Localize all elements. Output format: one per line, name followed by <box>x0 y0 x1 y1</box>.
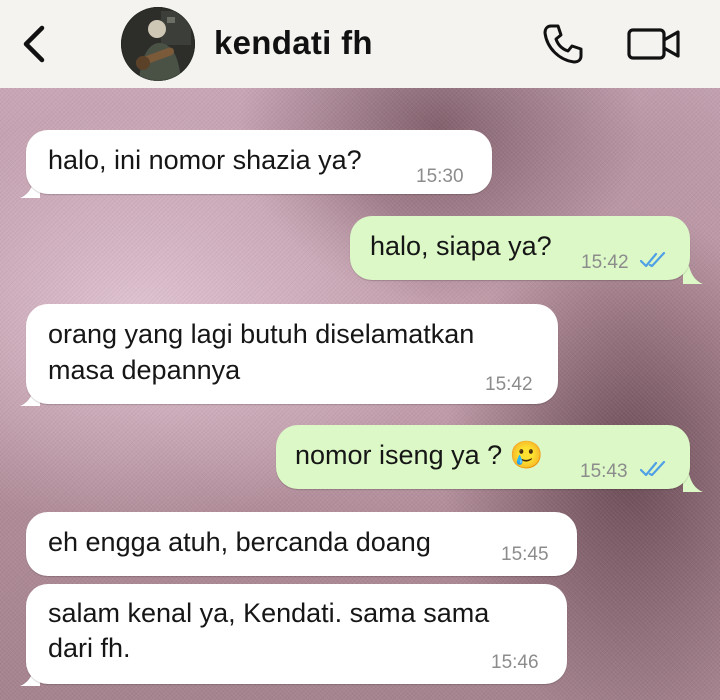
phone-icon <box>543 24 583 64</box>
message-text-line: dari fh. <box>48 633 131 663</box>
message-text: halo, siapa ya? <box>370 231 552 261</box>
message-text: halo, ini nomor shazia ya? <box>48 145 362 175</box>
message-bubble-outgoing[interactable]: nomor iseng ya ? 🥲 15:43 <box>276 425 690 489</box>
chat-area[interactable]: halo, ini nomor shazia ya? 15:30 halo, s… <box>0 88 720 700</box>
message-time: 15:30 <box>416 166 464 187</box>
message-bubble-incoming[interactable]: orang yang lagi butuh diselamatkan masa … <box>26 304 558 404</box>
message-time: 15:46 <box>491 652 539 673</box>
chat-header: kendati fh <box>0 0 720 88</box>
read-receipt-icon <box>640 461 666 477</box>
contact-avatar[interactable] <box>121 7 195 81</box>
message-text-line: salam kenal ya, Kendati. sama sama <box>48 598 490 628</box>
message-text-line: orang yang lagi butuh diselamatkan <box>48 319 475 349</box>
message-time: 15:45 <box>501 544 549 565</box>
message-time: 15:43 <box>580 461 628 482</box>
message-bubble-incoming[interactable]: eh engga atuh, bercanda doang 15:45 <box>26 512 577 576</box>
back-button[interactable] <box>14 22 54 66</box>
message-bubble-outgoing[interactable]: halo, siapa ya? 15:42 <box>350 216 690 280</box>
message-bubble-incoming[interactable]: halo, ini nomor shazia ya? 15:30 <box>26 130 492 194</box>
message-time: 15:42 <box>485 374 533 395</box>
chevron-left-icon <box>23 25 45 63</box>
message-text: eh engga atuh, bercanda doang <box>48 527 431 557</box>
message-bubble-incoming[interactable]: salam kenal ya, Kendati. sama sama dari … <box>26 584 567 684</box>
message-text: nomor iseng ya ? 🥲 <box>295 440 544 470</box>
message-text-line: masa depannya <box>48 355 241 385</box>
read-receipt-icon <box>640 252 666 268</box>
message-time: 15:42 <box>581 252 629 273</box>
voice-call-button[interactable] <box>541 22 585 66</box>
video-camera-icon <box>627 28 680 60</box>
contact-name[interactable]: kendati fh <box>214 24 373 62</box>
video-call-button[interactable] <box>626 24 682 64</box>
